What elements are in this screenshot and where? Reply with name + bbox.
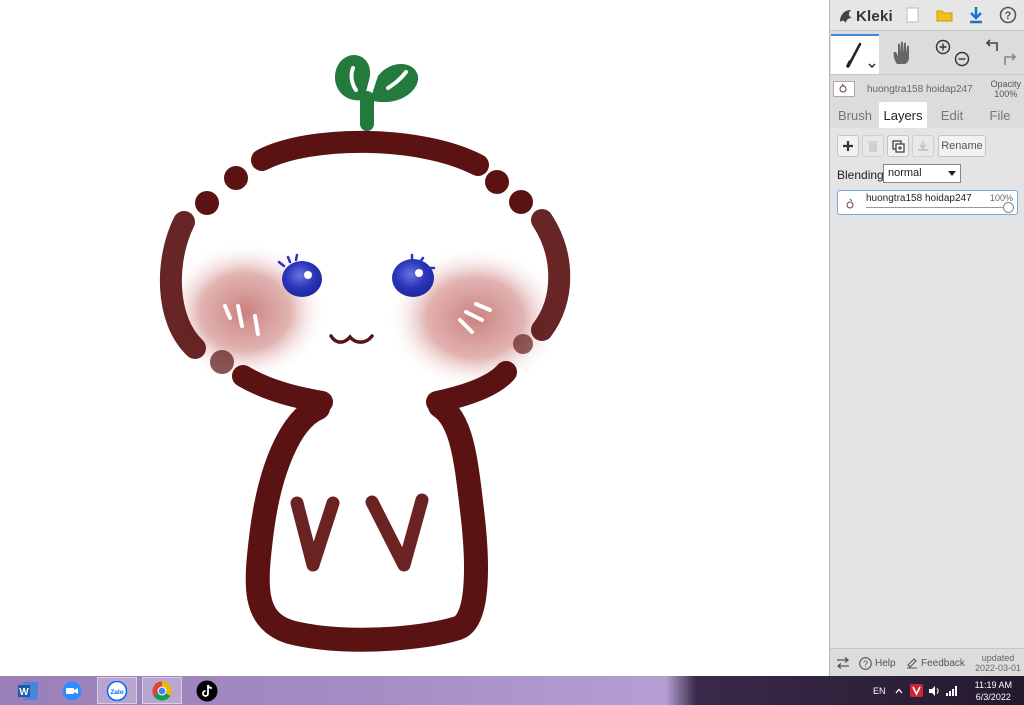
clock[interactable]: 11:19 AM 6/3/2022 [975, 679, 1012, 703]
side-panel: Kleki ? huongtra158 hoidap247 Opacity 10… [829, 0, 1024, 676]
zoom-in-icon[interactable] [933, 37, 953, 57]
blending-select[interactable]: normal [883, 164, 961, 183]
hand-icon [893, 41, 909, 64]
help-circle-icon: ? [859, 656, 872, 670]
brush-icon [846, 42, 876, 68]
current-layer-bar[interactable]: huongtra158 hoidap247 Opacity 100% [830, 74, 1024, 102]
updated-date: 2022-03-01 [974, 663, 1021, 673]
svg-text:?: ? [863, 659, 868, 669]
merge-down-icon [918, 141, 928, 151]
rename-layer-button[interactable]: Rename [938, 135, 986, 157]
swap-side-button[interactable] [836, 649, 850, 677]
tool-row [830, 31, 1024, 74]
network-icon[interactable] [946, 676, 958, 705]
updated-info: updated 2022-03-01 [975, 653, 1021, 673]
clock-time: 11:19 AM [974, 680, 1012, 690]
drawing-artwork [159, 54, 571, 652]
help-button[interactable]: ? Help [859, 649, 896, 677]
chrome-icon[interactable] [142, 677, 182, 704]
kleki-logo[interactable]: Kleki [838, 6, 893, 26]
language-indicator[interactable]: EN [873, 676, 886, 705]
open-folder-icon[interactable] [933, 4, 957, 26]
layer-thumbnail [833, 81, 855, 97]
feedback-button[interactable]: Feedback [906, 649, 965, 677]
duplicate-layer-button[interactable] [887, 135, 909, 157]
blending-value: normal [888, 167, 922, 179]
layers-panel: Rename Blending normal huongtra158 hoida… [830, 128, 1024, 648]
panel-footer: ? Help Feedback updated 2022-03-01 [830, 648, 1024, 676]
tab-edit[interactable]: Edit [928, 102, 976, 128]
undo-icon[interactable] [982, 37, 1002, 55]
brush-tool-button[interactable] [831, 34, 879, 74]
layer-opacity-slider-track[interactable] [866, 207, 1010, 208]
help-icon[interactable]: ? [996, 4, 1020, 26]
new-file-icon[interactable] [901, 4, 925, 26]
add-layer-button[interactable] [837, 135, 859, 157]
plus-icon [843, 141, 853, 151]
trash-icon [868, 140, 878, 152]
zalo-label: Zalo [110, 689, 123, 696]
delete-layer-button[interactable] [862, 135, 884, 157]
chevron-down-icon [948, 171, 956, 176]
layer-item-name: huongtra158 hoidap247 [866, 193, 972, 204]
blending-label: Blending [837, 168, 884, 182]
opacity-readout: Opacity 100% [990, 79, 1021, 99]
feedback-label: Feedback [921, 657, 965, 669]
taskbar: W Zalo EN 11:19 AM 6/3/2022 [0, 676, 1024, 705]
chevron-up-icon[interactable] [895, 676, 903, 705]
layer-list-item[interactable]: huongtra158 hoidap247 100% [837, 190, 1018, 215]
opacity-label: Opacity [990, 79, 1021, 89]
app-title: Kleki [856, 7, 893, 25]
current-layer-name: huongtra158 hoidap247 [867, 84, 973, 95]
drawing-canvas[interactable] [0, 0, 829, 676]
svg-text:W: W [19, 687, 29, 698]
zoom-icon[interactable] [52, 677, 92, 704]
tiktok-icon[interactable] [187, 677, 227, 704]
panel-tabs: Brush Layers Edit File [830, 102, 1024, 128]
swap-icon [836, 657, 850, 669]
zoom-out-icon[interactable] [952, 49, 972, 69]
tab-file[interactable]: File [977, 102, 1023, 128]
word-icon[interactable]: W [8, 677, 48, 704]
feedback-icon [907, 658, 917, 669]
layer-item-thumbnail [844, 197, 858, 209]
kleki-logo-icon [840, 10, 852, 23]
clock-date: 6/3/2022 [975, 692, 1011, 702]
tab-brush[interactable]: Brush [832, 102, 878, 128]
opacity-value: 100% [994, 89, 1018, 99]
updated-label: updated [981, 653, 1015, 663]
svg-text:?: ? [1005, 10, 1012, 22]
zalo-icon[interactable]: Zalo [97, 677, 137, 704]
layer-opacity-slider-knob[interactable] [1003, 202, 1014, 213]
sprout-leaf [334, 54, 419, 131]
volume-icon[interactable] [928, 676, 941, 705]
hand-tool-button[interactable] [888, 39, 918, 67]
help-label: Help [875, 657, 896, 669]
merge-down-button[interactable] [912, 135, 934, 157]
tab-layers[interactable]: Layers [879, 102, 927, 128]
top-bar: Kleki ? [830, 0, 1024, 31]
duplicate-icon [891, 139, 905, 153]
download-icon[interactable] [964, 4, 988, 26]
redo-icon[interactable] [1000, 51, 1020, 69]
vivaldi-tray-icon[interactable] [910, 676, 923, 705]
